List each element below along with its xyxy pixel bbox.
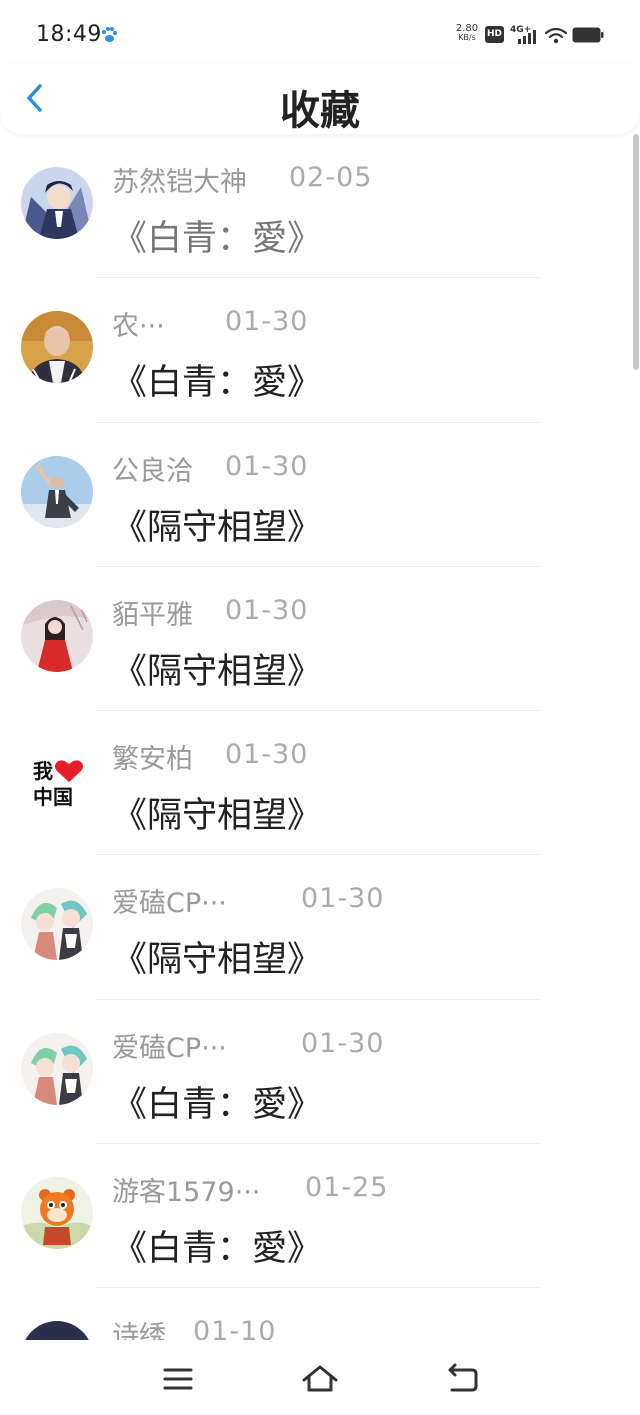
item-date: 01-30 bbox=[225, 450, 309, 482]
item-name: 诗绣 bbox=[112, 1321, 166, 1340]
avatar[interactable] bbox=[21, 455, 93, 528]
item-date: 01-30 bbox=[301, 883, 385, 915]
home-button[interactable] bbox=[300, 1362, 340, 1396]
list-item[interactable]: 诗绣 01-10 bbox=[0, 1288, 640, 1340]
item-title[interactable]: 《隔守相望》 bbox=[112, 787, 322, 838]
avatar[interactable] bbox=[21, 311, 93, 384]
item-date: 01-30 bbox=[301, 1027, 385, 1059]
item-date: 01-10 bbox=[193, 1316, 277, 1340]
list-item[interactable]: 爱磕CP··· 01-30 《白青：愛》 bbox=[0, 1000, 640, 1145]
item-name: 貊平雅 bbox=[112, 599, 193, 631]
item-date: 01-25 bbox=[305, 1172, 389, 1204]
item-name: 公良洽 bbox=[112, 455, 193, 487]
avatar[interactable] bbox=[21, 1321, 93, 1340]
man-portrait-avatar bbox=[21, 311, 93, 384]
svg-text:中国: 中国 bbox=[33, 785, 73, 809]
item-name: 农··· bbox=[112, 311, 165, 343]
item-name: 游客1579··· bbox=[112, 1177, 261, 1209]
item-title[interactable]: 《白青：愛》 bbox=[112, 354, 322, 405]
status-time: 18:49 bbox=[36, 22, 102, 47]
network-speed: 2.80 KB/s bbox=[455, 23, 479, 43]
item-date: 01-30 bbox=[225, 594, 309, 626]
item-name: 爱磕CP··· bbox=[112, 888, 227, 920]
list-item[interactable]: 苏然铠大神 02-05 《白青：愛》 bbox=[0, 134, 640, 279]
item-date: 01-30 bbox=[225, 739, 309, 771]
page-title: 收藏 bbox=[280, 88, 360, 134]
list-item[interactable]: 游客1579··· 01-25 《白青：愛》 bbox=[0, 1144, 640, 1289]
status-bar: 18:49 2.80 KB/s HD 4G+ bbox=[0, 0, 640, 64]
scrollbar[interactable] bbox=[633, 134, 639, 370]
item-name: 爱磕CP··· bbox=[112, 1032, 227, 1064]
menu-icon bbox=[163, 1368, 193, 1390]
hd-icon: HD bbox=[485, 26, 504, 43]
signal-icon: 4G+ bbox=[510, 25, 536, 44]
anime-couple-avatar bbox=[21, 888, 93, 961]
avatar[interactable] bbox=[21, 1032, 93, 1105]
paw-icon bbox=[102, 27, 117, 42]
battery-icon bbox=[572, 27, 604, 43]
love-china-logo-avatar: 我 中国 bbox=[21, 744, 93, 817]
avatar[interactable] bbox=[21, 599, 93, 672]
sky-figure-avatar bbox=[21, 455, 93, 528]
list-item[interactable]: 貊平雅 01-30 《隔守相望》 bbox=[0, 567, 640, 712]
item-date: 02-05 bbox=[289, 162, 373, 193]
list-item[interactable]: 我 中国 繁安柏 01-30 《隔守相望》 bbox=[0, 711, 640, 856]
list-item[interactable]: 爱磕CP··· 01-30 《隔守相望》 bbox=[0, 855, 640, 1000]
anime-couple-avatar bbox=[21, 1032, 93, 1105]
home-icon bbox=[302, 1365, 338, 1392]
favorites-list: 苏然铠大神 02-05 《白青：愛》 农··· 01-30 《白青：愛》 公良洽… bbox=[0, 134, 640, 1340]
svg-text:我: 我 bbox=[33, 759, 53, 783]
navigation-bar bbox=[0, 1340, 640, 1415]
item-date: 01-30 bbox=[225, 306, 309, 338]
list-item[interactable]: 公良洽 01-30 《隔守相望》 bbox=[0, 423, 640, 567]
item-title[interactable]: 《隔守相望》 bbox=[112, 499, 322, 550]
header: 收藏 bbox=[0, 64, 640, 134]
item-title[interactable]: 《白青：愛》 bbox=[112, 1076, 322, 1127]
item-title[interactable]: 《白青：愛》 bbox=[112, 1220, 322, 1271]
item-title[interactable]: 《隔守相望》 bbox=[112, 931, 322, 982]
item-name: 繁安柏 bbox=[112, 744, 193, 776]
dark-portrait-avatar bbox=[21, 1321, 93, 1340]
back-icon bbox=[448, 1363, 478, 1392]
item-title[interactable]: 《隔守相望》 bbox=[112, 643, 322, 694]
back-nav-button[interactable] bbox=[442, 1362, 482, 1396]
avatar[interactable]: 我 中国 bbox=[21, 744, 93, 817]
cartoon-tiger-avatar bbox=[21, 1177, 93, 1250]
item-name: 苏然铠大神 bbox=[112, 167, 247, 198]
menu-button[interactable] bbox=[158, 1362, 198, 1396]
avatar[interactable] bbox=[21, 1177, 93, 1250]
list-item[interactable]: 农··· 01-30 《白青：愛》 bbox=[0, 278, 640, 423]
wifi-icon bbox=[544, 27, 568, 44]
girl-red-dress-avatar bbox=[21, 599, 93, 672]
anime-boy-avatar bbox=[21, 167, 93, 239]
item-title[interactable]: 《白青：愛》 bbox=[112, 210, 322, 261]
avatar[interactable] bbox=[21, 888, 93, 961]
avatar[interactable] bbox=[21, 167, 93, 239]
